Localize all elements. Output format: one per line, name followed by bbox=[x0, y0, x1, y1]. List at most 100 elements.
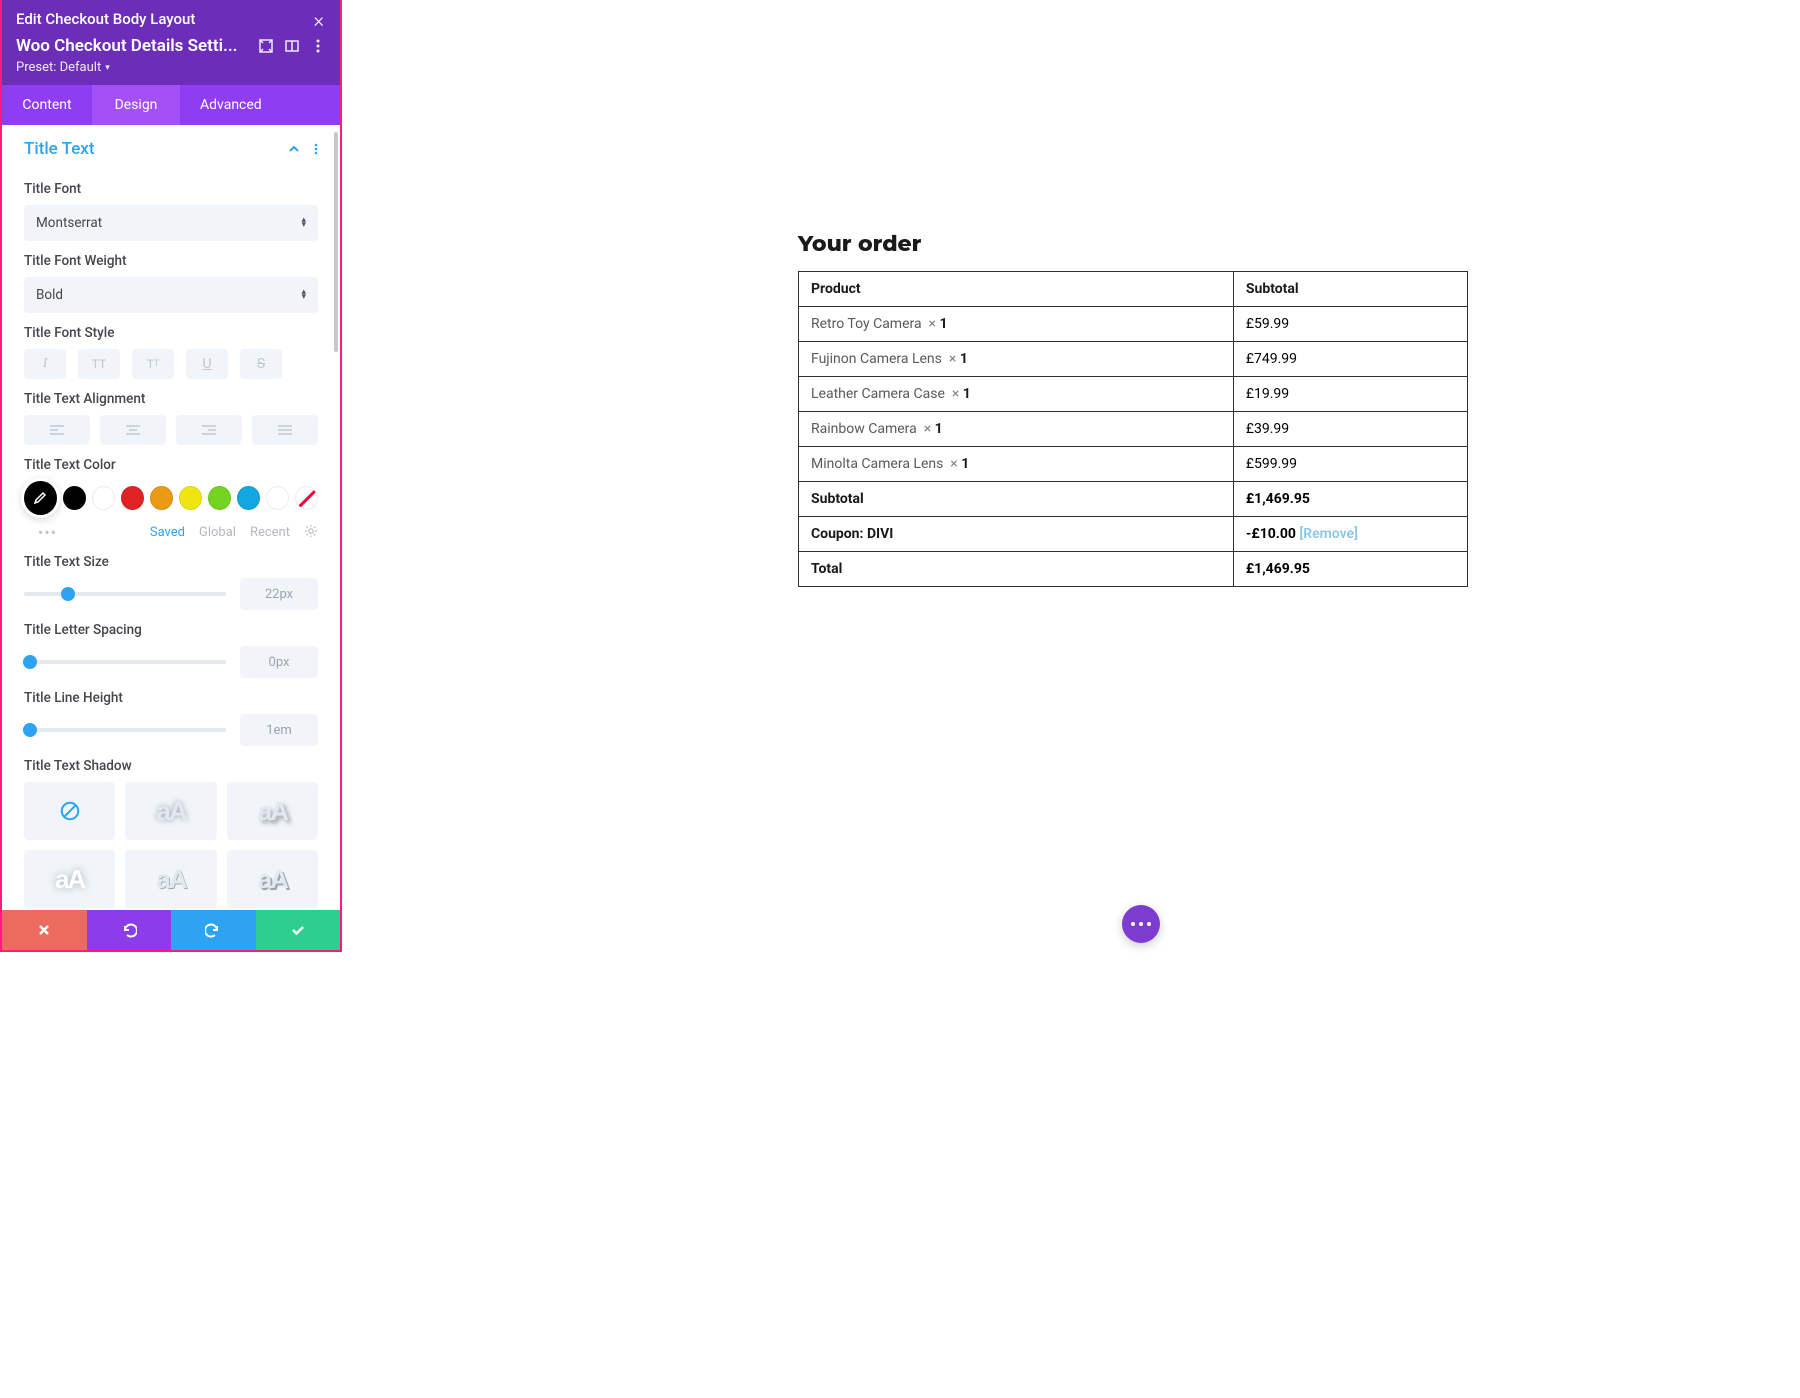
color-swatch[interactable] bbox=[237, 486, 260, 510]
select-arrows-icon: ▴▾ bbox=[301, 290, 306, 300]
align-left-button[interactable] bbox=[24, 415, 90, 445]
table-row: Minolta Camera Lens × 1£599.99 bbox=[799, 447, 1468, 482]
section-menu-icon[interactable] bbox=[310, 140, 322, 159]
label-line-height: Title Line Height bbox=[24, 690, 318, 706]
order-title: Your order bbox=[798, 230, 1468, 257]
total-label: Total bbox=[799, 552, 1234, 587]
color-swatch[interactable] bbox=[208, 486, 231, 510]
slider-letter-spacing[interactable] bbox=[24, 660, 226, 664]
slider-text-size[interactable] bbox=[24, 592, 226, 596]
shadow-option[interactable]: aA bbox=[227, 782, 318, 840]
product-name: Minolta Camera Lens bbox=[811, 456, 943, 472]
color-swatch[interactable] bbox=[121, 486, 144, 510]
select-arrows-icon: ▴▾ bbox=[301, 218, 306, 228]
tab-advanced[interactable]: Advanced bbox=[180, 85, 282, 125]
shadow-option[interactable]: aA bbox=[125, 850, 216, 908]
color-swatch[interactable] bbox=[63, 486, 86, 510]
style-underline-button[interactable]: U bbox=[186, 349, 228, 379]
label-text-shadow: Title Text Shadow bbox=[24, 758, 318, 774]
table-row: Retro Toy Camera × 1£59.99 bbox=[799, 307, 1468, 342]
undo-button[interactable] bbox=[87, 910, 172, 950]
panel-scrollbar[interactable] bbox=[334, 132, 338, 908]
product-price: £59.99 bbox=[1233, 307, 1467, 342]
align-right-button[interactable] bbox=[176, 415, 242, 445]
product-qty: 1 bbox=[963, 386, 971, 402]
palette-tab-saved[interactable]: Saved bbox=[150, 525, 185, 540]
palette-settings-icon[interactable] bbox=[304, 524, 318, 542]
col-header-product: Product bbox=[799, 272, 1234, 307]
panel-body: Title Text Title Font Montserrat ▴▾ Titl… bbox=[2, 125, 340, 910]
color-swatch[interactable] bbox=[266, 486, 289, 510]
redo-button[interactable] bbox=[171, 910, 256, 950]
kebab-menu-icon[interactable] bbox=[310, 38, 326, 54]
table-row: Rainbow Camera × 1£39.99 bbox=[799, 412, 1468, 447]
collapse-icon[interactable] bbox=[288, 140, 300, 159]
panel-title: Edit Checkout Body Layout bbox=[16, 10, 326, 28]
shadow-option[interactable]: aA bbox=[125, 782, 216, 840]
product-name: Retro Toy Camera bbox=[811, 316, 922, 332]
shadow-option[interactable]: aA bbox=[24, 850, 115, 908]
product-qty: 1 bbox=[940, 316, 948, 332]
label-letter-spacing: Title Letter Spacing bbox=[24, 622, 318, 638]
label-text-size: Title Text Size bbox=[24, 554, 318, 570]
shadow-option[interactable]: aA bbox=[227, 850, 318, 908]
align-center-button[interactable] bbox=[100, 415, 166, 445]
color-swatch[interactable] bbox=[150, 486, 173, 510]
panel-header: Edit Checkout Body Layout × Woo Checkout… bbox=[2, 0, 340, 125]
align-justify-button[interactable] bbox=[252, 415, 318, 445]
section-title: Title Text bbox=[24, 139, 95, 159]
palette-tab-recent[interactable]: Recent bbox=[250, 525, 290, 540]
product-price: £19.99 bbox=[1233, 377, 1467, 412]
style-smallcaps-button[interactable]: TT bbox=[132, 349, 174, 379]
product-qty: 1 bbox=[960, 351, 968, 367]
shadow-option-none[interactable] bbox=[24, 782, 115, 840]
palette-tab-global[interactable]: Global bbox=[199, 525, 236, 540]
fab-button[interactable] bbox=[1122, 905, 1160, 943]
select-font-weight[interactable]: Bold ▴▾ bbox=[24, 277, 318, 313]
style-strikethrough-button[interactable]: S bbox=[240, 349, 282, 379]
panel-footer bbox=[2, 910, 340, 950]
color-swatch[interactable] bbox=[92, 486, 115, 510]
order-table: Product Subtotal Retro Toy Camera × 1£59… bbox=[798, 271, 1468, 587]
slider-line-height[interactable] bbox=[24, 728, 226, 732]
product-price: £749.99 bbox=[1233, 342, 1467, 377]
preset-selector[interactable]: Preset: Default▾ bbox=[2, 58, 340, 85]
save-button[interactable] bbox=[256, 910, 341, 950]
section-header-title-text[interactable]: Title Text bbox=[2, 125, 340, 169]
product-qty: 1 bbox=[961, 456, 969, 472]
coupon-label: Coupon: DIVI bbox=[799, 517, 1234, 552]
style-uppercase-button[interactable]: TT bbox=[78, 349, 120, 379]
input-letter-spacing[interactable]: 0px bbox=[240, 646, 318, 678]
chevron-down-icon: ▾ bbox=[105, 63, 110, 73]
product-name: Fujinon Camera Lens bbox=[811, 351, 942, 367]
remove-coupon-link[interactable]: [Remove] bbox=[1299, 526, 1358, 542]
total-value: £1,469.95 bbox=[1246, 561, 1310, 577]
more-colors-icon[interactable]: ••• bbox=[38, 523, 57, 542]
color-swatch[interactable] bbox=[179, 486, 202, 510]
input-line-height[interactable]: 1em bbox=[240, 714, 318, 746]
cancel-button[interactable] bbox=[2, 910, 87, 950]
label-text-color: Title Text Color bbox=[24, 457, 318, 473]
product-qty: 1 bbox=[935, 421, 943, 437]
tabs: Content Design Advanced bbox=[2, 85, 340, 125]
subtotal-label: Subtotal bbox=[799, 482, 1234, 517]
input-text-size[interactable]: 22px bbox=[240, 578, 318, 610]
product-name: Rainbow Camera bbox=[811, 421, 917, 437]
color-picker-button[interactable] bbox=[24, 481, 57, 515]
module-title: Woo Checkout Details Setti... bbox=[16, 36, 248, 56]
table-row: Fujinon Camera Lens × 1£749.99 bbox=[799, 342, 1468, 377]
select-title-font[interactable]: Montserrat ▴▾ bbox=[24, 205, 318, 241]
label-font-style: Title Font Style bbox=[24, 325, 318, 341]
label-alignment: Title Text Alignment bbox=[24, 391, 318, 407]
settings-panel: Edit Checkout Body Layout × Woo Checkout… bbox=[0, 0, 342, 952]
expand-icon[interactable] bbox=[258, 38, 274, 54]
close-icon[interactable]: × bbox=[308, 8, 330, 32]
color-swatch-none[interactable] bbox=[295, 486, 318, 510]
subtotal-value: £1,469.95 bbox=[1246, 491, 1310, 507]
product-name: Leather Camera Case bbox=[811, 386, 945, 402]
preview-canvas: Your order Product Subtotal Retro Toy Ca… bbox=[342, 0, 1226, 952]
split-view-icon[interactable] bbox=[284, 38, 300, 54]
tab-content[interactable]: Content bbox=[2, 85, 92, 125]
tab-design[interactable]: Design bbox=[92, 85, 180, 125]
style-italic-button[interactable]: I bbox=[24, 349, 66, 379]
